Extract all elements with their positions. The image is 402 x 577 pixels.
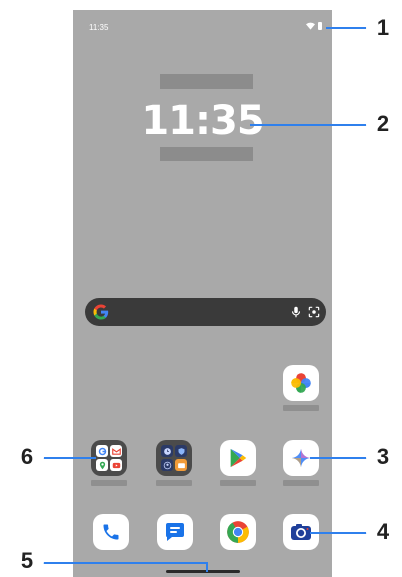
messages-icon: [166, 523, 184, 541]
google-g-icon: [93, 304, 109, 320]
callout-4: 4: [366, 515, 400, 549]
callout-6: 6: [10, 440, 44, 474]
play-store-label-placeholder: [220, 480, 256, 486]
clock-mini-icon: [161, 445, 173, 457]
callout-1-line: [326, 27, 368, 29]
status-bar-time: 11:35: [89, 23, 109, 32]
maps-mini-icon: [96, 459, 108, 471]
mic-icon[interactable]: [289, 305, 303, 319]
battery-icon: [318, 22, 322, 30]
photos-label-placeholder: [283, 405, 319, 411]
phone-screen: 11:35 11:35: [73, 10, 332, 577]
play-store-app-icon[interactable]: [220, 440, 256, 476]
callout-4-line: [310, 532, 368, 534]
tools-folder-label-placeholder: [156, 480, 192, 486]
google-search-bar[interactable]: [85, 298, 326, 326]
weather-placeholder: [160, 147, 253, 161]
tools-folder[interactable]: [156, 440, 192, 476]
lens-icon[interactable]: [307, 305, 321, 319]
chrome-icon: [227, 521, 249, 543]
messages-app-icon[interactable]: [157, 514, 193, 550]
navigation-handle[interactable]: [166, 570, 240, 573]
play-store-icon: [230, 448, 247, 468]
gemini-icon: [291, 448, 311, 468]
callout-5: 5: [10, 544, 44, 577]
date-placeholder: [160, 74, 253, 89]
photos-app-icon[interactable]: [283, 365, 319, 401]
callout-6-line: [36, 457, 96, 459]
wifi-icon: [306, 22, 315, 30]
contacts-mini-icon: [161, 459, 173, 471]
phone-icon: [103, 524, 119, 540]
gemini-label-placeholder: [283, 480, 319, 486]
status-icons: [306, 22, 322, 30]
callout-2-line: [250, 124, 368, 126]
google-folder[interactable]: [91, 440, 127, 476]
callout-5-line: [42, 562, 208, 564]
callout-3: 3: [366, 440, 400, 474]
chrome-app-icon[interactable]: [220, 514, 256, 550]
gmail-mini-icon: [110, 445, 122, 457]
google-g-mini-icon: [96, 445, 108, 457]
callout-2: 2: [366, 107, 400, 141]
security-mini-icon: [175, 445, 187, 457]
phone-app-icon[interactable]: [93, 514, 129, 550]
files-mini-icon: [175, 459, 187, 471]
callout-5-vline: [206, 562, 208, 572]
clock-time: 11:35: [141, 98, 264, 144]
photos-icon: [291, 373, 311, 393]
callout-1: 1: [366, 11, 400, 45]
google-folder-label-placeholder: [91, 480, 127, 486]
callout-3-line: [310, 457, 368, 459]
youtube-mini-icon: [110, 459, 122, 471]
